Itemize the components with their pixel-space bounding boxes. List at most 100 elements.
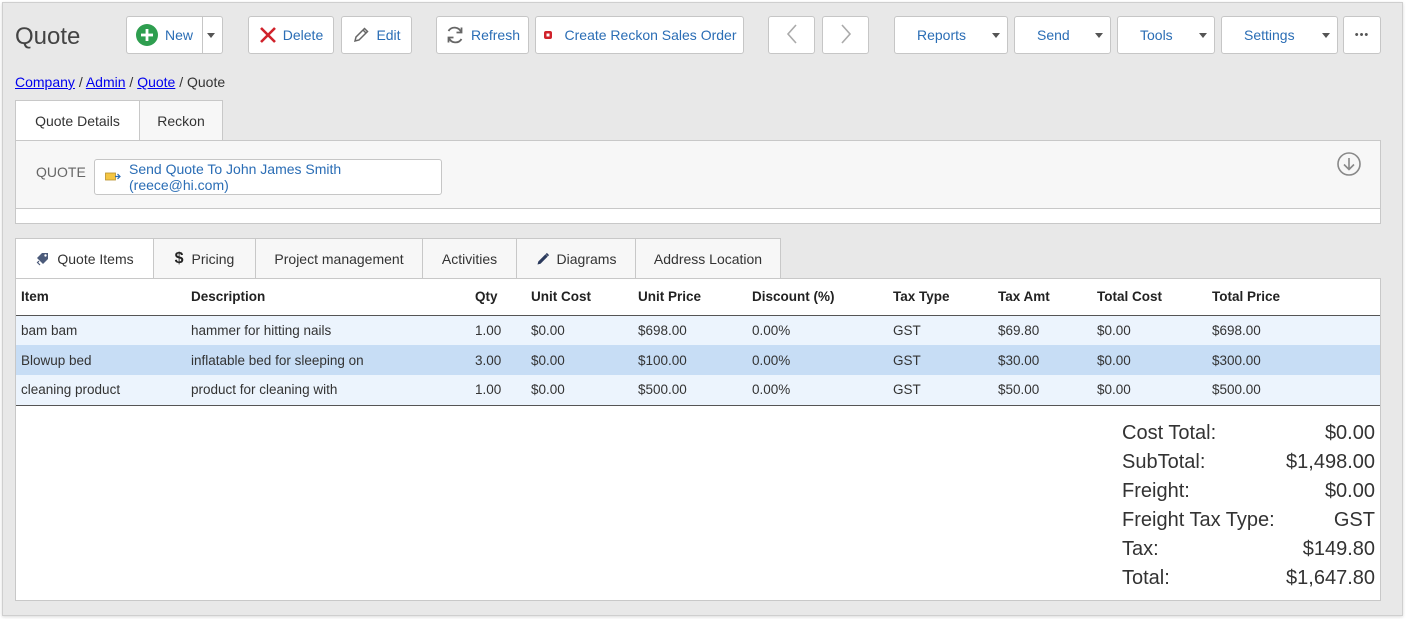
panel-footer	[15, 209, 1381, 224]
breadcrumb-company-link[interactable]: Company	[15, 74, 75, 90]
breadcrumb-separator: /	[78, 74, 83, 90]
refresh-button[interactable]: Refresh	[436, 16, 529, 54]
chevron-down-icon	[992, 33, 1000, 38]
delete-button[interactable]: Delete	[248, 16, 334, 54]
cell-qty: 1.00	[470, 375, 526, 406]
tab-label: Activities	[441, 250, 498, 267]
edit-button[interactable]: Edit	[341, 16, 412, 54]
chevron-right-icon	[839, 23, 853, 48]
totals-label: Freight Tax Type:	[1122, 509, 1275, 531]
tab-quote-items[interactable]: Quote Items	[15, 238, 154, 279]
table-row[interactable]: bam bam hammer for hitting nails 1.00 $0…	[16, 315, 1380, 345]
reports-label: Reports	[917, 27, 967, 43]
chevron-down-icon	[1199, 33, 1207, 38]
column-header-total-price[interactable]: Total Price	[1207, 279, 1380, 316]
cell-description: inflatable bed for sleeping on	[186, 345, 470, 375]
tools-menu-button[interactable]: Tools	[1117, 16, 1215, 54]
edit-button-label: Edit	[376, 27, 401, 43]
quote-items-panel: Item Description Qty Unit Cost Unit Pric…	[15, 278, 1381, 601]
column-header-description[interactable]: Description	[186, 279, 470, 316]
refresh-button-label: Refresh	[470, 27, 521, 43]
pencil-icon	[352, 26, 370, 44]
totals-value: $0.00	[1324, 480, 1375, 502]
cell-tax-amt: $30.00	[993, 345, 1092, 375]
cell-item: bam bam	[16, 315, 186, 345]
reports-menu-button[interactable]: Reports	[894, 16, 1008, 54]
new-button[interactable]: New	[126, 16, 223, 54]
breadcrumb: Company / Admin / Quote / Quote	[15, 74, 225, 90]
cell-total-cost: $0.00	[1092, 375, 1207, 406]
column-header-tax-amt[interactable]: Tax Amt	[993, 279, 1092, 316]
table-row-selected[interactable]: Blowup bed inflatable bed for sleeping o…	[16, 345, 1380, 375]
totals-row-freight-tax-type: Freight Tax Type: GST	[1122, 506, 1375, 535]
column-header-item[interactable]: Item	[16, 279, 186, 316]
column-header-qty[interactable]: Qty	[470, 279, 526, 316]
totals-summary: Cost Total: $0.00 SubTotal: $1,498.00 Fr…	[1122, 419, 1375, 593]
cell-qty: 3.00	[470, 345, 526, 375]
breadcrumb-admin-link[interactable]: Admin	[86, 74, 126, 90]
tab-address-location[interactable]: Address Location	[635, 238, 781, 278]
column-header-tax-type[interactable]: Tax Type	[888, 279, 993, 316]
tab-activities[interactable]: Activities	[422, 238, 517, 278]
column-header-discount[interactable]: Discount (%)	[747, 279, 888, 316]
totals-value: $1,498.00	[1286, 451, 1375, 473]
tab-label: Diagrams	[556, 250, 617, 267]
quote-panel-label: QUOTE	[36, 164, 86, 180]
tab-diagrams[interactable]: Diagrams	[516, 238, 636, 278]
table-row[interactable]: cleaning product product for cleaning wi…	[16, 375, 1380, 406]
cell-tax-type: GST	[888, 345, 993, 375]
cell-total-cost: $0.00	[1092, 315, 1207, 345]
cell-total-price: $698.00	[1207, 315, 1380, 345]
tab-label: Reckon	[157, 112, 205, 129]
create-reckon-sales-order-button[interactable]: Create Reckon Sales Order	[535, 16, 744, 54]
breadcrumb-quote-link[interactable]: Quote	[137, 74, 175, 90]
send-menu-button[interactable]: Send	[1014, 16, 1111, 54]
totals-row-cost-total: Cost Total: $0.00	[1122, 419, 1375, 448]
next-button[interactable]	[822, 16, 869, 54]
cell-unit-cost: $0.00	[526, 375, 633, 406]
quote-panel: QUOTE Send Quote To John James Smith (re…	[15, 140, 1381, 209]
chevron-down-icon	[1095, 33, 1103, 38]
download-circle-icon[interactable]	[1336, 151, 1362, 180]
totals-row-tax: Tax: $149.80	[1122, 535, 1375, 564]
cell-unit-price: $100.00	[633, 345, 747, 375]
tags-icon	[35, 251, 51, 267]
close-icon	[259, 26, 277, 44]
refresh-icon	[445, 25, 465, 45]
cell-total-price: $500.00	[1207, 375, 1380, 406]
column-header-total-cost[interactable]: Total Cost	[1092, 279, 1207, 316]
column-header-unit-cost[interactable]: Unit Cost	[526, 279, 633, 316]
send-quote-button[interactable]: Send Quote To John James Smith (reece@hi…	[94, 159, 442, 195]
settings-label: Settings	[1244, 27, 1295, 43]
split-divider	[202, 17, 203, 53]
tab-pricing[interactable]: $ Pricing	[153, 238, 256, 278]
more-options-button[interactable]: •••	[1343, 16, 1381, 54]
cell-unit-price: $698.00	[633, 315, 747, 345]
totals-label: Freight:	[1122, 480, 1190, 502]
dollar-icon: $	[174, 249, 184, 267]
chevron-left-icon	[785, 23, 799, 48]
tools-label: Tools	[1140, 27, 1173, 43]
chevron-down-icon[interactable]	[207, 33, 215, 38]
breadcrumb-separator: /	[129, 74, 134, 90]
cell-item: cleaning product	[16, 375, 186, 406]
tab-project-management[interactable]: Project management	[255, 238, 423, 278]
tab-quote-details[interactable]: Quote Details	[15, 100, 140, 141]
settings-menu-button[interactable]: Settings	[1221, 16, 1338, 54]
reckon-logo-icon	[543, 30, 553, 40]
cell-total-price: $300.00	[1207, 345, 1380, 375]
page-title: Quote	[15, 23, 81, 50]
totals-value: $1,647.80	[1286, 567, 1375, 589]
cell-tax-type: GST	[888, 375, 993, 406]
tab-reckon[interactable]: Reckon	[139, 100, 223, 140]
cell-total-cost: $0.00	[1092, 345, 1207, 375]
totals-row-freight: Freight: $0.00	[1122, 477, 1375, 506]
cell-tax-type: GST	[888, 315, 993, 345]
cell-tax-amt: $69.80	[993, 315, 1092, 345]
cell-item: Blowup bed	[16, 345, 186, 375]
column-header-unit-price[interactable]: Unit Price	[633, 279, 747, 316]
previous-button[interactable]	[768, 16, 815, 54]
cell-tax-amt: $50.00	[993, 375, 1092, 406]
cell-description: product for cleaning with	[186, 375, 470, 406]
table-header-row: Item Description Qty Unit Cost Unit Pric…	[16, 279, 1380, 316]
